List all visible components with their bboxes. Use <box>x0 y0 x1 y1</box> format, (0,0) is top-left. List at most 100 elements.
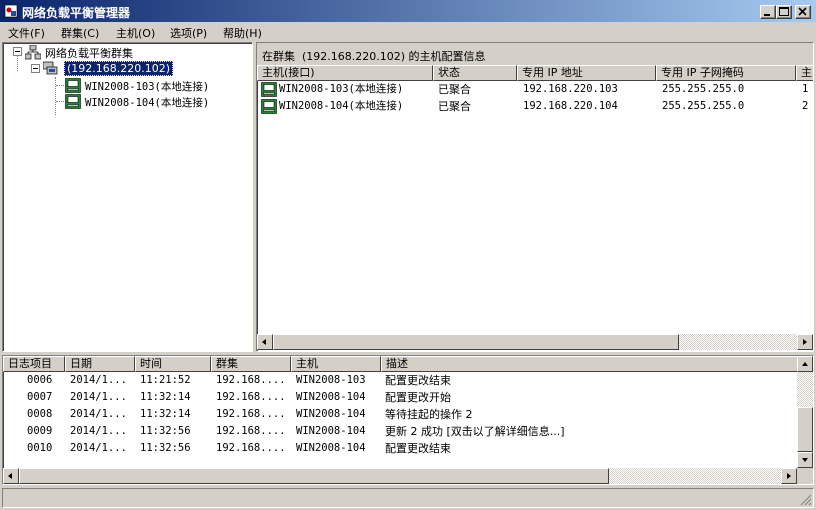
scroll-right-button[interactable] <box>797 334 813 350</box>
title-bar[interactable]: 网络负载平衡管理器 <box>0 0 816 22</box>
host-cell: WIN2008-104 <box>296 391 366 403</box>
log-entry-cell: 0010 <box>27 442 53 454</box>
column-header-date[interactable]: 日期 <box>65 356 135 372</box>
column-header-host[interactable]: 主机(接口) <box>257 65 433 81</box>
column-header-status[interactable]: 状态 <box>433 65 517 81</box>
menu-file[interactable]: 文件(F) <box>8 25 45 41</box>
column-header-subnet[interactable]: 专用 IP 子网掩码 <box>656 65 796 81</box>
scroll-down-button[interactable] <box>797 452 813 468</box>
scroll-right-button[interactable] <box>781 468 797 484</box>
collapse-root-toggle[interactable] <box>13 47 22 56</box>
scroll-up-button[interactable] <box>797 356 813 372</box>
log-horizontal-scrollbar[interactable] <box>3 468 797 484</box>
arrow-right-icon <box>803 339 807 345</box>
status-cell: 已聚合 <box>438 100 471 113</box>
host-cell: WIN2008-104 <box>296 408 366 420</box>
collapse-cluster-toggle[interactable] <box>31 64 40 73</box>
cluster-cell: 192.168.... <box>216 442 286 454</box>
status-bar <box>2 488 814 508</box>
log-entry-cell: 0008 <box>27 408 53 420</box>
maximize-button[interactable] <box>776 5 792 19</box>
column-header-description[interactable]: 描述 <box>381 356 799 372</box>
table-row[interactable]: WIN2008-104(本地连接) 已聚合 192.168.220.104 25… <box>257 99 813 115</box>
menu-cluster[interactable]: 群集(C) <box>61 25 99 41</box>
scroll-thumb[interactable] <box>273 334 679 350</box>
time-cell: 11:32:56 <box>140 442 191 454</box>
arrow-left-icon <box>8 473 12 479</box>
server-computer-icon <box>261 82 277 97</box>
time-cell: 11:32:56 <box>140 425 191 437</box>
detail-horizontal-scrollbar[interactable] <box>257 334 813 350</box>
time-cell: 11:21:52 <box>140 374 191 386</box>
table-row[interactable]: 0007 2014/1... 11:32:14 192.168.... WIN2008-… <box>3 390 797 407</box>
date-cell: 2014/1... <box>70 425 127 437</box>
resize-grip-icon[interactable] <box>800 494 812 506</box>
host-detail-pane: 在群集 (192.168.220.102) 的主机配置信息 主机(接口) 状态 … <box>256 42 814 352</box>
minimize-button[interactable] <box>760 5 776 19</box>
close-icon <box>798 7 807 16</box>
column-header-private-ip[interactable]: 专用 IP 地址 <box>517 65 656 81</box>
scroll-thumb[interactable] <box>797 407 813 452</box>
priority-cell: 1 <box>802 83 809 95</box>
private-ip-cell: 192.168.220.104 <box>523 100 618 112</box>
cluster-tree-pane[interactable]: 网络负载平衡群集 (192.168.220.102) WIN2008-103(本… <box>2 42 253 352</box>
subnet-cell: 255.255.255.0 <box>662 83 745 95</box>
column-header-time[interactable]: 时间 <box>135 356 211 372</box>
table-row[interactable]: 0008 2014/1... 11:32:14 192.168.... WIN2008-… <box>3 407 797 424</box>
host-cell: WIN2008-104(本地连接) <box>279 100 404 112</box>
table-row[interactable]: 0009 2014/1... 11:32:56 192.168.... WIN2008-… <box>3 424 797 441</box>
tree-cluster-label: (192.168.220.102) <box>64 61 174 76</box>
subnet-cell: 255.255.255.0 <box>662 100 745 112</box>
table-row[interactable]: 0010 2014/1... 11:32:56 192.168.... WIN2008-… <box>3 441 797 458</box>
server-computer-icon <box>261 99 277 114</box>
cluster-cell: 192.168.... <box>216 425 286 437</box>
arrow-up-icon <box>802 362 808 366</box>
close-button[interactable] <box>795 5 811 19</box>
description-cell: 配置更改结束 <box>385 442 451 455</box>
menu-options[interactable]: 选项(P) <box>170 25 207 41</box>
time-cell: 11:32:14 <box>140 391 191 403</box>
log-entry-cell: 0007 <box>27 391 53 403</box>
column-header-cluster[interactable]: 群集 <box>211 356 291 372</box>
description-cell: 配置更改结束 <box>385 374 451 387</box>
scroll-left-button[interactable] <box>3 468 19 484</box>
host-cell: WIN2008-104 <box>296 425 366 437</box>
date-cell: 2014/1... <box>70 391 127 403</box>
menu-help[interactable]: 帮助(H) <box>223 25 262 41</box>
priority-cell: 2 <box>802 100 809 112</box>
network-cluster-icon <box>25 45 41 60</box>
tree-root-label: 网络负载平衡群集 <box>45 47 133 60</box>
menu-host[interactable]: 主机(O) <box>116 25 155 41</box>
cluster-cell: 192.168.... <box>216 408 286 420</box>
date-cell: 2014/1... <box>70 408 127 420</box>
maximize-icon <box>779 7 789 16</box>
menu-bar: 文件(F) 群集(C) 主机(O) 选项(P) 帮助(H) <box>0 22 816 41</box>
arrow-left-icon <box>262 339 266 345</box>
host-cell: WIN2008-103(本地连接) <box>279 83 404 95</box>
cluster-cell: 192.168.... <box>216 391 286 403</box>
description-cell: 更新 2 成功 [双击以了解详细信息...] <box>385 425 565 438</box>
server-computer-icon <box>65 94 81 109</box>
minimize-icon <box>764 14 770 16</box>
column-header-priority[interactable]: 主 <box>796 65 813 81</box>
column-header-host[interactable]: 主机 <box>291 356 381 372</box>
description-cell: 等待挂起的操作 2 <box>385 408 473 421</box>
arrow-down-icon <box>802 458 808 462</box>
log-entry-cell: 0006 <box>27 374 53 386</box>
scroll-thumb[interactable] <box>19 468 609 484</box>
network-cluster-icon <box>43 61 58 75</box>
column-header-log-entry[interactable]: 日志项目 <box>3 356 65 372</box>
status-cell: 已聚合 <box>438 83 471 96</box>
tree-host-label: WIN2008-103(本地连接) <box>85 81 210 93</box>
server-computer-icon <box>65 78 81 93</box>
host-cell: WIN2008-104 <box>296 442 366 454</box>
scroll-left-button[interactable] <box>257 334 273 350</box>
log-vertical-scrollbar[interactable] <box>797 356 813 468</box>
time-cell: 11:32:14 <box>140 408 191 420</box>
date-cell: 2014/1... <box>70 374 127 386</box>
cluster-cell: 192.168.... <box>216 374 286 386</box>
table-row[interactable]: 0006 2014/1... 11:21:52 192.168.... WIN2008-… <box>3 373 797 390</box>
tree-host-label: WIN2008-104(本地连接) <box>85 97 210 109</box>
table-row[interactable]: WIN2008-103(本地连接) 已聚合 192.168.220.103 25… <box>257 82 813 98</box>
date-cell: 2014/1... <box>70 442 127 454</box>
